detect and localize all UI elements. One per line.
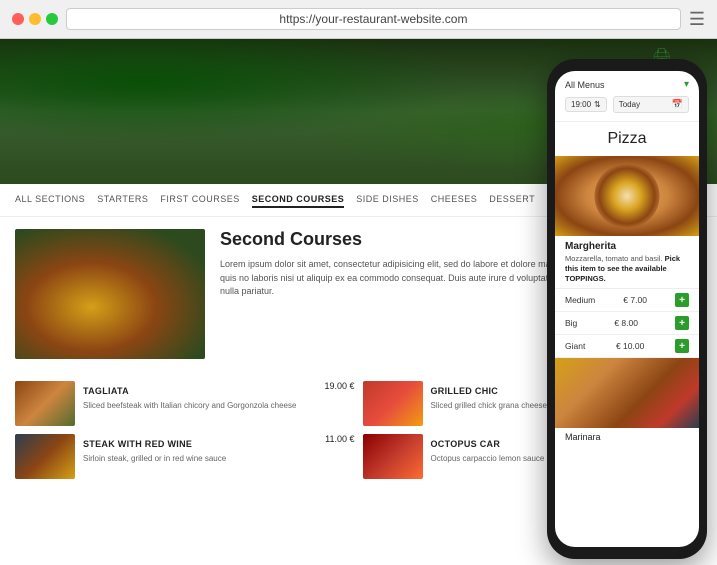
phone-header: All Menus ▾ 19:00 ⇅ Today 📅 (555, 71, 699, 122)
date-select[interactable]: Today 📅 (613, 96, 689, 113)
traffic-light-red[interactable] (12, 13, 24, 25)
menu-item-info-1: TAGLIATA 19.00 € Sliced beefsteak with I… (83, 381, 355, 411)
time-value: 19:00 (571, 100, 591, 109)
time-row: 19:00 ⇅ Today 📅 (565, 96, 689, 113)
size-row-giant: Giant € 10.00 + (555, 335, 699, 358)
calendar-icon: 📅 (672, 99, 683, 110)
menu-item-thumb-3 (15, 434, 75, 479)
traffic-lights (12, 13, 58, 25)
phone-screen: All Menus ▾ 19:00 ⇅ Today 📅 (555, 71, 699, 547)
menu-item-thumb-4 (363, 434, 423, 479)
item-name-1: TAGLIATA (83, 386, 129, 396)
size-add-medium-button[interactable]: + (675, 293, 689, 307)
traffic-light-green[interactable] (46, 13, 58, 25)
phone-outer: All Menus ▾ 19:00 ⇅ Today 📅 (547, 59, 707, 559)
size-price-medium: € 7.00 (623, 295, 647, 305)
phone-section-title: Pizza (555, 122, 699, 156)
item-name-3: STEAK WITH RED WINE (83, 439, 192, 449)
nav-dessert[interactable]: DESSERT (489, 192, 535, 208)
browser-chrome: https://your-restaurant-website.com ☰ (0, 0, 717, 39)
all-menus-label: All Menus (565, 80, 605, 90)
size-row-big: Big € 8.00 + (555, 312, 699, 335)
menu-item-thumb-1 (15, 381, 75, 426)
menu-item-tagliata: TAGLIATA 19.00 € Sliced beefsteak with I… (15, 381, 355, 426)
margherita-title: Margherita (555, 236, 699, 252)
size-add-giant-button[interactable]: + (675, 339, 689, 353)
size-add-big-button[interactable]: + (675, 316, 689, 330)
nav-side-dishes[interactable]: SIDE DISHES (356, 192, 419, 208)
margherita-desc: Mozzarella, tomato and basil. Pick this … (555, 252, 699, 288)
menu-item-steak: STEAK WITH RED WINE 11.00 € Sirloin stea… (15, 434, 355, 479)
item-desc-1: Sliced beefsteak with Italian chicory an… (83, 401, 355, 411)
size-label-medium: Medium (565, 295, 595, 305)
time-select[interactable]: 19:00 ⇅ (565, 97, 607, 112)
nav-all-sections[interactable]: ALL SECTIONS (15, 192, 85, 208)
size-label-giant: Giant (565, 341, 585, 351)
size-label-big: Big (565, 318, 577, 328)
menu-item-thumb-2 (363, 381, 423, 426)
marinara-label: Marinara (555, 428, 699, 446)
content-left-column (15, 229, 215, 359)
main-content: 🖨 RESTAURANT MENU Lorem ipsum dolor sit … (0, 39, 717, 565)
all-menus-dropdown-icon[interactable]: ▾ (684, 79, 689, 90)
size-row-medium: Medium € 7.00 + (555, 289, 699, 312)
item-price-3: 11.00 € (325, 434, 354, 444)
pizza-toppings (595, 164, 660, 229)
address-bar[interactable]: https://your-restaurant-website.com (66, 8, 681, 30)
traffic-light-yellow[interactable] (29, 13, 41, 25)
date-value: Today (619, 100, 640, 109)
all-menus-row: All Menus ▾ (565, 79, 689, 90)
nav-first-courses[interactable]: FIRST COURSES (160, 192, 239, 208)
nav-second-courses[interactable]: SECOND COURSES (252, 192, 345, 208)
item-desc-3: Sirloin steak, grilled or in red wine sa… (83, 454, 355, 464)
size-rows: Medium € 7.00 + Big € 8.00 + Giant € 10.… (555, 288, 699, 358)
nav-cheeses[interactable]: CHEESES (431, 192, 478, 208)
pizza-margherita-image (555, 156, 699, 236)
menu-item-info-3: STEAK WITH RED WINE 11.00 € Sirloin stea… (83, 434, 355, 464)
time-arrows-icon: ⇅ (594, 100, 601, 109)
browser-menu-icon[interactable]: ☰ (689, 9, 705, 30)
pizza-marinara-image (555, 358, 699, 428)
nav-starters[interactable]: STARTERS (97, 192, 148, 208)
item-name-2: GRILLED CHIC (431, 386, 499, 396)
food-plate-image (15, 229, 205, 359)
size-price-giant: € 10.00 (616, 341, 644, 351)
phone-mockup: All Menus ▾ 19:00 ⇅ Today 📅 (542, 39, 717, 565)
size-price-big: € 8.00 (614, 318, 638, 328)
section-hero-image (15, 229, 205, 359)
item-name-4: OCTOPUS CAR (431, 439, 501, 449)
item-price-1: 19.00 € (324, 381, 354, 391)
